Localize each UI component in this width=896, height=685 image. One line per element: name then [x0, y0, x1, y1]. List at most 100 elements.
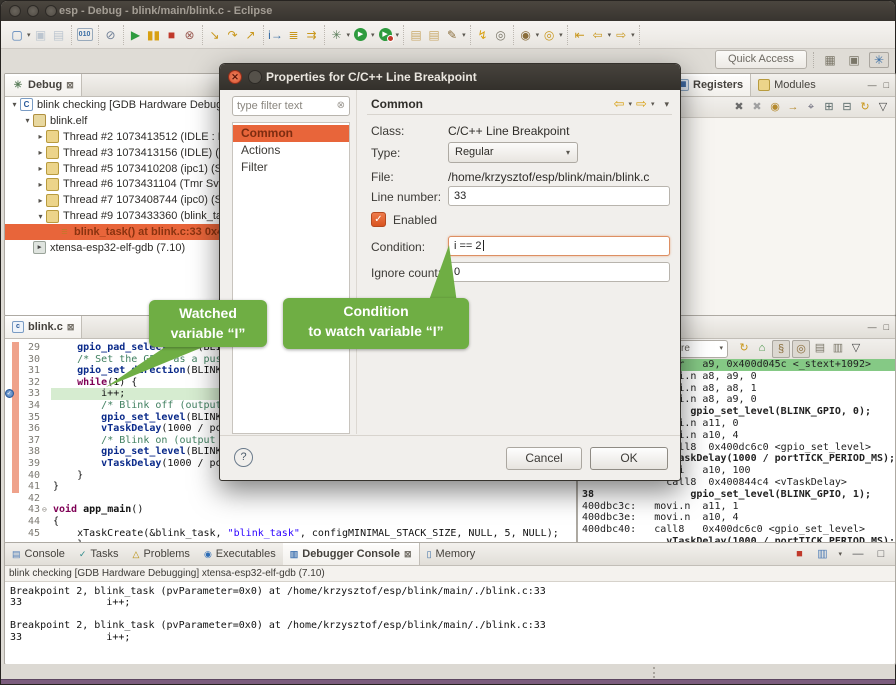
back-dropdown-icon[interactable] [629, 100, 633, 108]
minimize-icon[interactable]: — [868, 80, 877, 90]
forward-dropdown-icon[interactable] [651, 100, 655, 108]
view-menu-icon[interactable] [664, 99, 669, 110]
quick-access-button[interactable]: Quick Access [715, 50, 807, 69]
display-selected-console-icon[interactable]: ▥ [814, 546, 830, 562]
forward-history-dropdown-icon[interactable] [631, 31, 635, 39]
close-icon[interactable] [66, 80, 74, 91]
terminate-icon[interactable]: ■ [791, 546, 807, 562]
close-icon[interactable] [404, 549, 412, 560]
nav-item-actions[interactable]: Actions [233, 142, 349, 159]
resume-icon[interactable]: ▶ [127, 26, 145, 44]
filter-input[interactable]: type filter text ⊗ [232, 96, 350, 116]
remove-all-icon[interactable]: ✖ [749, 99, 765, 115]
collapse-all-icon[interactable]: ⊟ [839, 99, 855, 115]
open-perspective-icon[interactable]: ▦ [821, 53, 839, 67]
display-selected-console-dropdown-icon[interactable] [838, 550, 842, 558]
external-tools-dropdown-icon[interactable] [396, 31, 400, 39]
suspend-icon[interactable]: ▮▮ [145, 26, 163, 44]
enabled-checkbox[interactable] [371, 212, 386, 227]
drop-to-frame-icon[interactable]: ≣ [285, 26, 303, 44]
new-file-icon[interactable]: ✎ [443, 26, 461, 44]
home-icon[interactable]: ⌂ [754, 340, 770, 358]
pin-icon[interactable]: ⌖ [803, 99, 819, 115]
debug-dropdown-icon[interactable] [347, 31, 351, 39]
link-with-editor-icon[interactable]: ◎ [540, 26, 558, 44]
open-new-view-icon[interactable]: ▤ [812, 340, 828, 358]
tree-expand-arrow[interactable]: ▸ [35, 196, 46, 205]
show-source-icon[interactable]: § [772, 340, 790, 358]
tab-console[interactable]: ▤Console [5, 543, 72, 565]
run-dropdown-icon[interactable] [371, 31, 375, 39]
window-minimize-icon[interactable] [27, 5, 39, 17]
external-tools-icon[interactable]: ▶ [379, 28, 392, 41]
tab-problems[interactable]: △Problems [126, 543, 197, 565]
use-step-filters-icon[interactable]: ⇉ [303, 26, 321, 44]
refresh-icon[interactable]: ↻ [857, 99, 873, 115]
expand-all-icon[interactable]: ⊞ [821, 99, 837, 115]
new-wizard-icon[interactable]: ▢ [8, 26, 26, 44]
link-with-editor-dropdown-icon[interactable] [559, 31, 563, 39]
pin-view-icon[interactable]: ▥ [830, 340, 846, 358]
ok-button[interactable]: OK [590, 447, 668, 470]
asm-line[interactable]: 400dbc40: call8 0x400dc6c0 <gpio_set_lev… [582, 524, 895, 536]
registers-body[interactable] [670, 118, 895, 315]
tree-expand-arrow[interactable]: ▾ [9, 100, 20, 109]
asm-line[interactable]: 400dbc3e: movi.n a10, 4 [582, 512, 895, 524]
remove-icon[interactable]: ✖ [731, 99, 747, 115]
disconnect-icon[interactable]: ⊗ [181, 26, 199, 44]
line-number-field[interactable]: 33 [448, 186, 670, 206]
window-close-icon[interactable] [9, 5, 21, 17]
open-folder-icon[interactable]: ▤ [407, 26, 425, 44]
maximize-icon[interactable]: □ [873, 546, 889, 562]
instruction-stepping-icon[interactable]: i→ [267, 26, 285, 44]
cancel-button[interactable]: Cancel [506, 447, 582, 470]
back-icon[interactable]: ⇦ [614, 96, 625, 112]
pin-editor-dropdown-icon[interactable] [536, 31, 540, 39]
asm-line[interactable]: 400dbc3c: movi.n a11, 1 [582, 501, 895, 513]
tab-blink-c[interactable]: c blink.c [5, 316, 82, 338]
step-into-icon[interactable]: ↘ [206, 26, 224, 44]
tab-tasks[interactable]: ✓Tasks [72, 543, 126, 565]
save-icon[interactable]: ▣ [32, 26, 50, 44]
resource-perspective-icon[interactable]: ▣ [845, 53, 863, 67]
run-icon[interactable]: ▶ [354, 28, 367, 41]
tab-memory[interactable]: ▯Memory [420, 543, 483, 565]
pin-editor-icon[interactable]: ◉ [517, 26, 535, 44]
window-maximize-icon[interactable] [45, 5, 57, 17]
debug-icon[interactable]: ✳ [328, 26, 346, 44]
code-line[interactable]: 42 [5, 493, 576, 505]
tab-debugger-console[interactable]: ▥Debugger Console [283, 543, 420, 565]
debug-perspective-icon[interactable]: ✳ [869, 52, 889, 68]
forward-history-icon[interactable]: ⇨ [612, 26, 630, 44]
view-menu-icon[interactable]: ▽ [848, 340, 864, 358]
tab-executables[interactable]: ◉Executables [197, 543, 283, 565]
go-to-address-icon[interactable]: → [785, 99, 801, 115]
refresh-icon[interactable]: ↻ [736, 340, 752, 358]
tree-expand-arrow[interactable]: ▸ [35, 148, 46, 157]
back-history-dropdown-icon[interactable] [608, 31, 612, 39]
skip-all-breakpoints-icon[interactable]: ⊘ [102, 26, 120, 44]
console-output[interactable]: Breakpoint 2, blink_task (pvParameter=0x… [6, 582, 894, 663]
maximize-icon[interactable]: □ [884, 322, 889, 332]
tree-expand-arrow[interactable]: ▸ [35, 132, 46, 141]
new-file-dropdown-icon[interactable] [462, 31, 466, 39]
tab-debug[interactable]: ✳ Debug [5, 74, 82, 96]
nav-item-filter[interactable]: Filter [233, 159, 349, 176]
fold-marker[interactable] [42, 504, 51, 516]
tree-expand-arrow[interactable]: ▾ [35, 212, 46, 221]
chevron-down-icon[interactable] [719, 341, 723, 357]
help-icon[interactable]: ? [234, 448, 253, 467]
condition-field[interactable]: i == 2 [448, 236, 670, 256]
tab-modules[interactable]: Modules [751, 74, 823, 96]
sash-handle[interactable] [653, 667, 655, 678]
code-line[interactable]: 41} [5, 481, 576, 493]
mark-occurrences-icon[interactable]: ↯ [474, 26, 492, 44]
add-register-group-icon[interactable]: ◉ [767, 99, 783, 115]
sync-selection-icon[interactable]: ◎ [792, 340, 810, 358]
dialog-close-icon[interactable] [228, 70, 242, 84]
asm-line[interactable]: 38 gpio_set_level(BLINK_GPIO, 1); [582, 489, 895, 501]
type-select[interactable]: Regular [448, 142, 578, 163]
save-all-icon[interactable]: ▤ [50, 26, 68, 44]
nav-item-common[interactable]: Common [233, 125, 349, 142]
code-line[interactable]: 43void app_main() [5, 504, 576, 516]
